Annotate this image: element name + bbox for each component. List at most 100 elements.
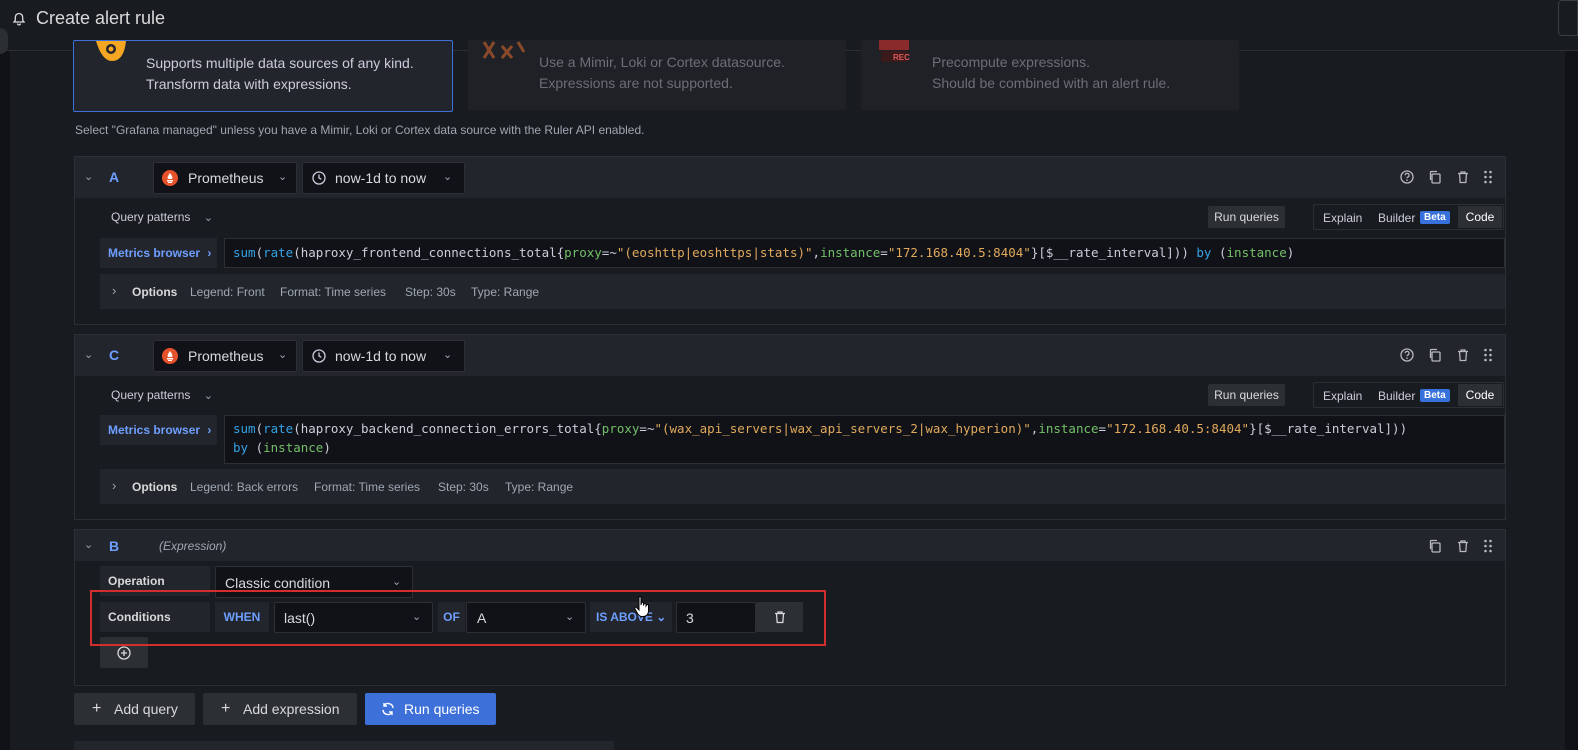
time-range-value: now-1d to now	[335, 348, 427, 364]
query-letter: A	[109, 169, 120, 185]
refresh-icon	[381, 702, 395, 716]
bell-icon	[12, 12, 26, 26]
options-step: Step: 30s	[438, 480, 489, 494]
rule-type-line2: Should be combined with an alert rule.	[932, 75, 1171, 91]
run-queries-label: Run queries	[404, 701, 480, 717]
mode-builder[interactable]: Builder	[1378, 211, 1415, 225]
query-code-editor[interactable]: sum(rate(haproxy_frontend_connections_to…	[224, 238, 1505, 268]
trash-icon[interactable]	[1456, 539, 1470, 553]
panel-toggle[interactable]	[1558, 0, 1578, 36]
options-label: Options	[132, 480, 178, 494]
beta-badge: Beta	[1420, 389, 1450, 402]
options-row[interactable]: › Options Legend: Front Format: Time ser…	[100, 274, 1505, 309]
beta-badge: Beta	[1420, 211, 1450, 224]
drag-handle-icon[interactable]	[1483, 539, 1493, 553]
options-format: Format: Time series	[314, 480, 421, 494]
add-expression-button[interactable]: + Add expression	[203, 693, 357, 725]
editor-mode-switch: Explain Builder Beta Code	[1313, 204, 1504, 230]
datasource-picker[interactable]: Prometheus ⌄	[153, 340, 297, 372]
trash-icon[interactable]	[1456, 170, 1470, 184]
options-label: Options	[132, 285, 178, 299]
help-icon[interactable]	[1400, 170, 1414, 184]
clock-icon	[312, 171, 326, 185]
duplicate-icon[interactable]	[1428, 170, 1442, 184]
query-patterns-label: Query patterns	[111, 210, 191, 224]
add-query-label: Add query	[114, 701, 178, 717]
options-type: Type: Range	[505, 480, 574, 494]
rule-type-mimir-managed[interactable]: Use a Mimir, Loki or Cortex datasource. …	[468, 40, 846, 110]
rule-type-line2: Transform data with expressions.	[146, 76, 352, 92]
metrics-browser-button[interactable]: Metrics browser ›	[100, 415, 217, 445]
query-row-c: ⌄ C Prometheus ⌄ now-1d to now ⌄ Query p…	[74, 334, 1506, 520]
drag-handle-icon[interactable]	[1483, 348, 1493, 362]
trash-icon[interactable]	[1456, 348, 1470, 362]
run-queries-button[interactable]: Run queries	[1208, 384, 1285, 406]
rule-type-line1: Use a Mimir, Loki or Cortex datasource.	[539, 54, 785, 70]
operation-value: Classic condition	[225, 575, 331, 591]
expression-header	[75, 530, 1505, 561]
rule-type-hint: Select "Grafana managed" unless you have…	[75, 123, 645, 137]
help-icon[interactable]	[1400, 348, 1414, 362]
query-patterns-label: Query patterns	[111, 388, 191, 402]
mode-code[interactable]: Code	[1458, 206, 1502, 228]
chevron-right-icon: ›	[207, 423, 212, 437]
run-queries-button[interactable]: Run queries	[1208, 206, 1285, 228]
metrics-browser-label: Metrics browser	[108, 246, 201, 260]
plus-circle-icon	[117, 646, 131, 660]
expression-type: (Expression)	[159, 539, 227, 553]
add-query-button[interactable]: + Add query	[74, 693, 195, 725]
chevron-down-icon: ⌄	[203, 390, 213, 402]
chevron-right-icon: ›	[112, 283, 117, 298]
datasource-name: Prometheus	[188, 170, 264, 186]
mode-builder[interactable]: Builder	[1378, 389, 1415, 403]
page-title: Create alert rule	[36, 8, 166, 28]
next-section	[74, 741, 614, 750]
grafana-icon	[92, 39, 130, 65]
mode-code[interactable]: Code	[1458, 384, 1502, 406]
rule-type-line2: Expressions are not supported.	[539, 75, 733, 91]
metrics-browser-label: Metrics browser	[108, 423, 201, 437]
time-range-picker[interactable]: now-1d to now ⌄	[302, 340, 465, 372]
duplicate-icon[interactable]	[1428, 348, 1442, 362]
options-step: Step: 30s	[405, 285, 456, 299]
mode-explain[interactable]: Explain	[1323, 389, 1362, 403]
plus-icon: +	[221, 700, 231, 717]
highlight-annotation	[90, 590, 826, 646]
options-type: Type: Range	[471, 285, 540, 299]
clock-icon	[312, 349, 326, 363]
mode-explain[interactable]: Explain	[1323, 211, 1362, 225]
metrics-browser-button[interactable]: Metrics browser ›	[100, 238, 217, 268]
hand-cursor-icon	[634, 596, 650, 618]
prometheus-icon	[162, 170, 178, 186]
chevron-down-icon: ⌄	[278, 171, 288, 183]
chevron-down-icon: ⌄	[443, 349, 453, 361]
time-range-value: now-1d to now	[335, 170, 427, 186]
rule-type-grafana-managed[interactable]: Supports multiple data sources of any ki…	[73, 40, 453, 112]
sidebar-toggle[interactable]	[0, 28, 8, 54]
expression-letter: B	[109, 538, 120, 554]
editor-mode-switch: Explain Builder Beta Code	[1313, 382, 1504, 408]
chevron-down-icon: ⌄	[278, 349, 288, 361]
query-patterns-dropdown[interactable]: Query patterns ⌄	[111, 210, 213, 224]
options-legend: Legend: Back errors	[190, 480, 299, 494]
datasource-picker[interactable]: Prometheus ⌄	[153, 162, 297, 194]
options-row[interactable]: › Options Legend: Back errors Format: Ti…	[100, 469, 1505, 504]
duplicate-icon[interactable]	[1428, 539, 1442, 553]
rule-type-recording[interactable]: REC Precompute expressions. Should be co…	[861, 40, 1239, 110]
query-patterns-dropdown[interactable]: Query patterns ⌄	[111, 388, 213, 402]
collapse-chevron-icon[interactable]: ⌄	[84, 538, 93, 551]
drag-handle-icon[interactable]	[1483, 170, 1493, 184]
mimir-icon	[482, 40, 526, 62]
options-format: Format: Time series	[280, 285, 387, 299]
options-legend: Legend: Front	[190, 285, 265, 299]
query-letter: C	[109, 347, 120, 363]
rec-badge: REC	[893, 53, 910, 62]
time-range-picker[interactable]: now-1d to now ⌄	[302, 162, 465, 194]
plus-icon: +	[92, 700, 102, 717]
run-queries-button[interactable]: Run queries	[365, 693, 496, 725]
collapse-chevron-icon[interactable]: ⌄	[84, 348, 93, 361]
chevron-right-icon: ›	[207, 246, 212, 260]
query-code-editor[interactable]: sum(rate(haproxy_backend_connection_erro…	[224, 415, 1505, 464]
collapse-chevron-icon[interactable]: ⌄	[84, 170, 93, 183]
chevron-down-icon: ⌄	[203, 212, 213, 224]
